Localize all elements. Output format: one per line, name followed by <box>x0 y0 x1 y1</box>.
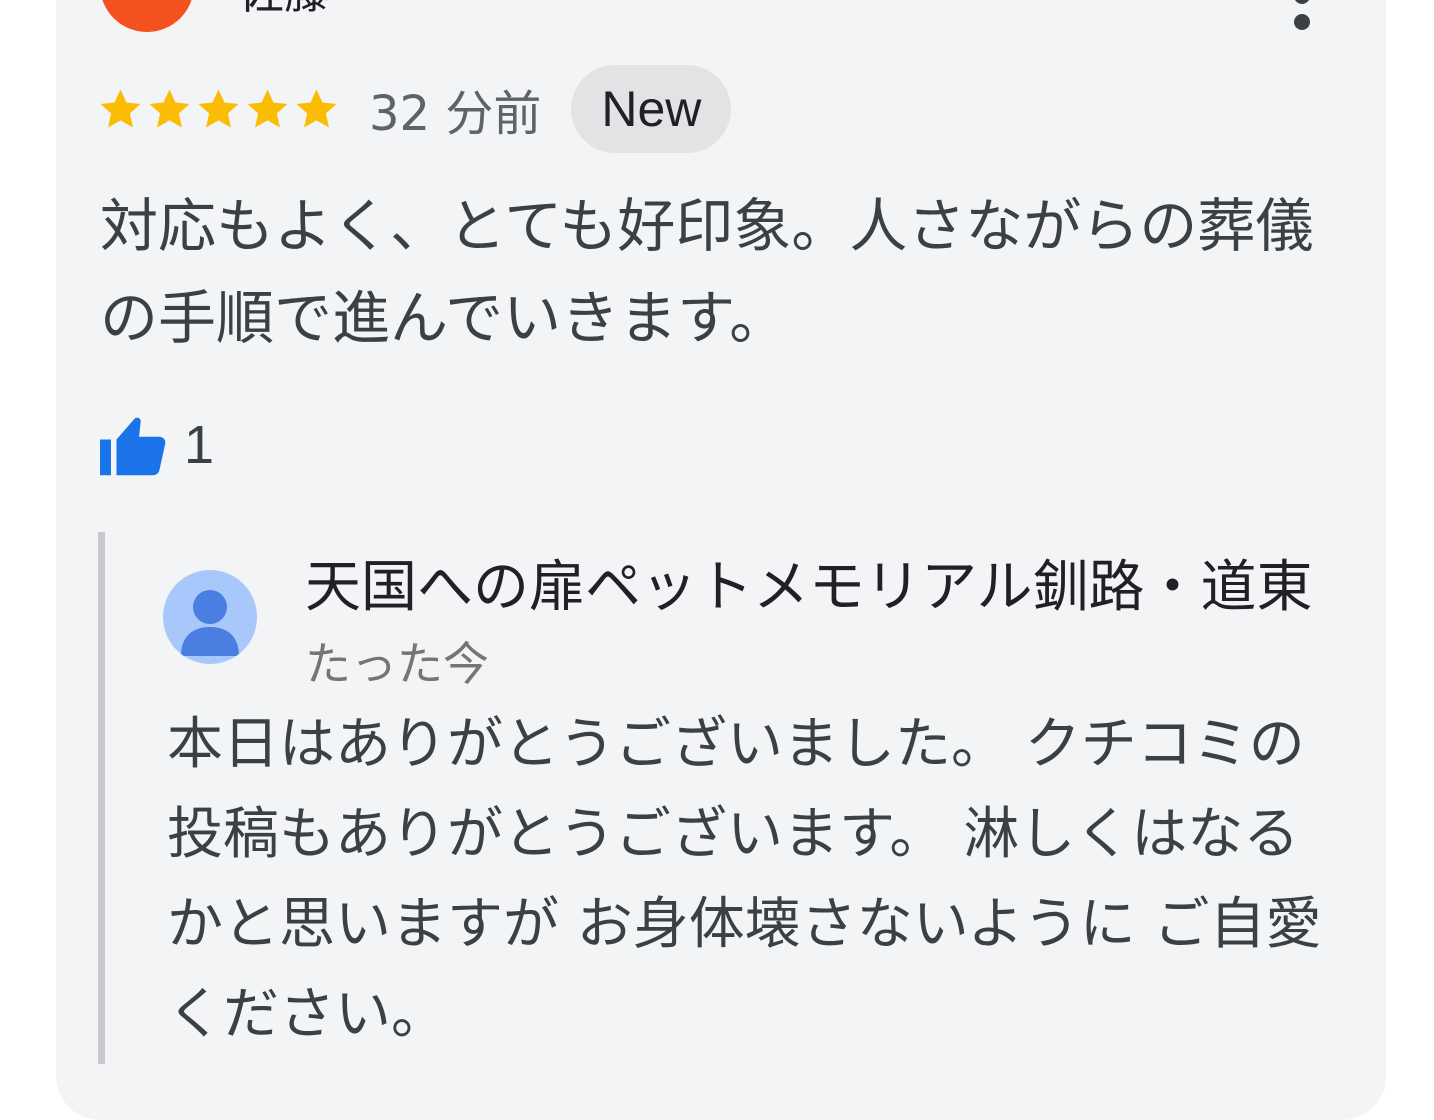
star-icon <box>149 88 190 127</box>
person-icon <box>181 590 239 656</box>
more-vert-icon[interactable] <box>1282 0 1322 30</box>
star-icon <box>296 88 337 127</box>
new-badge: New <box>571 65 732 153</box>
reply-time: たった今 <box>305 637 489 691</box>
star-rating <box>96 85 341 134</box>
star-icon <box>198 88 239 127</box>
review-time: 32 分前 <box>369 86 542 142</box>
star-icon <box>247 88 288 127</box>
owner-name[interactable]: 天国への扉ペットメモリアル釧路・道東 <box>305 542 1312 623</box>
rating-row: 32 分前 New <box>96 64 732 154</box>
like-count: 1 <box>184 415 215 475</box>
reply-text: 本日はありがとうございました。 クチコミの投稿もありがとうございます。 淋しくは… <box>167 712 1322 1047</box>
owner-avatar[interactable] <box>163 570 257 664</box>
star-icon <box>100 88 141 127</box>
like-button[interactable]: 1 <box>100 410 214 480</box>
thumbs-up-icon[interactable] <box>100 414 166 476</box>
review-text: 対応もよく、とても好印象。人さながらの葬儀の手順で進んでいきます。 <box>100 192 1314 352</box>
reviewer-name[interactable]: 佐藤 <box>238 0 330 22</box>
owner-reply: 天国への扉ペットメモリアル釧路・道東 たった今 本日はありがとうございました。 … <box>98 532 1434 1064</box>
